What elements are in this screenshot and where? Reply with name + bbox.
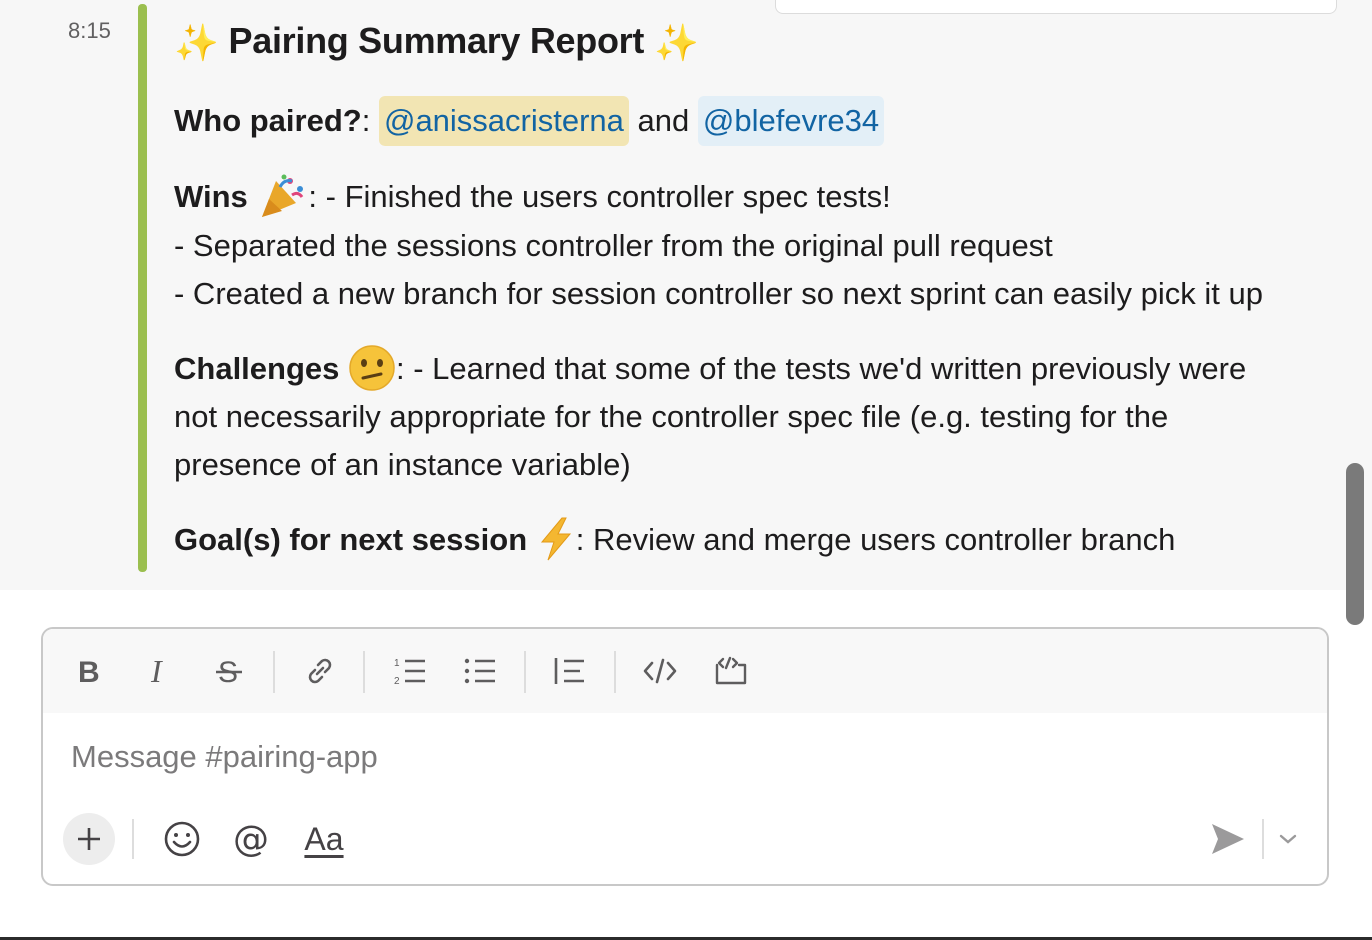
formatting-toggle-icon[interactable]: Aa xyxy=(299,817,349,861)
blockquote-icon[interactable] xyxy=(548,649,592,693)
scrollbar-thumb[interactable] xyxy=(1346,463,1364,625)
message-composer: B I S 1 2 Message #pairing-app @ Aa xyxy=(41,627,1329,886)
code-block-icon[interactable] xyxy=(709,649,753,693)
svg-text:@: @ xyxy=(233,819,269,859)
composer-divider xyxy=(132,819,134,859)
challenges-text: not necessarily appropriate for the cont… xyxy=(174,399,1169,434)
svg-text:B: B xyxy=(78,656,100,686)
wins-line: Wins : - Finished the users controller s… xyxy=(174,173,891,221)
attach-plus-icon[interactable] xyxy=(63,813,115,865)
title-text: Pairing Summary Report xyxy=(228,20,645,61)
bold-icon[interactable]: B xyxy=(67,649,111,693)
svg-text:1: 1 xyxy=(394,658,400,669)
party-popper-icon[interactable] xyxy=(256,173,308,217)
bulleted-list-icon[interactable] xyxy=(458,649,502,693)
mention-blefevre34[interactable]: @blefevre34 xyxy=(697,96,885,146)
svg-text:2: 2 xyxy=(394,676,400,687)
emoji-picker-icon[interactable] xyxy=(160,817,204,861)
challenges-first-item: : - Learned that some of the tests we'd … xyxy=(396,351,1247,386)
who-paired-line: Who paired?: @anissacristerna and @blefe… xyxy=(174,96,885,146)
composer-actions: @ Aa xyxy=(43,813,1327,883)
challenges-line: Challenges : - Learned that some of the … xyxy=(174,345,1246,393)
goals-line: Goal(s) for next session : Review and me… xyxy=(174,516,1175,564)
goals-label: Goal(s) for next session xyxy=(174,522,528,557)
and-text: and xyxy=(637,103,690,138)
who-paired-label: Who paired? xyxy=(174,103,362,138)
goals-text: : Review and merge users controller bran… xyxy=(575,522,1176,557)
ordered-list-icon[interactable]: 1 2 xyxy=(388,649,432,693)
mention-anissacristerna[interactable]: @anissacristerna xyxy=(378,96,629,146)
message-timestamp[interactable]: 8:15 xyxy=(68,18,111,44)
toolbar-divider xyxy=(614,651,616,693)
message-area: 8:15 ✨ Pairing Summary Report ✨ Who paired… xyxy=(0,0,1372,590)
message-input[interactable]: Message #pairing-app xyxy=(71,739,378,775)
sparkles-icon: ✨ xyxy=(654,22,699,63)
wins-label: Wins xyxy=(174,179,248,214)
high-voltage-icon[interactable] xyxy=(536,516,576,561)
challenges-text: presence of an instance variable) xyxy=(174,447,631,482)
mention-at-icon[interactable]: @ xyxy=(230,817,274,861)
wins-item: - Created a new branch for session contr… xyxy=(174,276,1263,311)
sparkles-icon: ✨ xyxy=(174,22,219,63)
link-icon[interactable] xyxy=(298,649,342,693)
code-icon[interactable] xyxy=(638,649,682,693)
wins-first-item: : - Finished the users controller spec t… xyxy=(308,179,891,214)
send-divider xyxy=(1262,819,1264,859)
toolbar-divider xyxy=(363,651,365,693)
formatting-toolbar: B I S 1 2 xyxy=(43,629,1327,713)
wins-item: - Separated the sessions controller from… xyxy=(174,228,1053,263)
attachment-color-bar xyxy=(138,4,147,572)
confused-face-icon[interactable] xyxy=(348,345,396,391)
popover-edge xyxy=(775,0,1337,14)
toolbar-divider xyxy=(273,651,275,693)
italic-icon[interactable]: I xyxy=(136,649,180,693)
strikethrough-icon[interactable]: S xyxy=(207,649,251,693)
send-icon[interactable] xyxy=(1206,817,1250,861)
svg-text:I: I xyxy=(150,656,163,686)
challenges-label: Challenges xyxy=(174,351,340,386)
message-title: ✨ Pairing Summary Report ✨ xyxy=(174,20,699,64)
chevron-down-icon[interactable] xyxy=(1273,817,1303,861)
toolbar-divider xyxy=(524,651,526,693)
